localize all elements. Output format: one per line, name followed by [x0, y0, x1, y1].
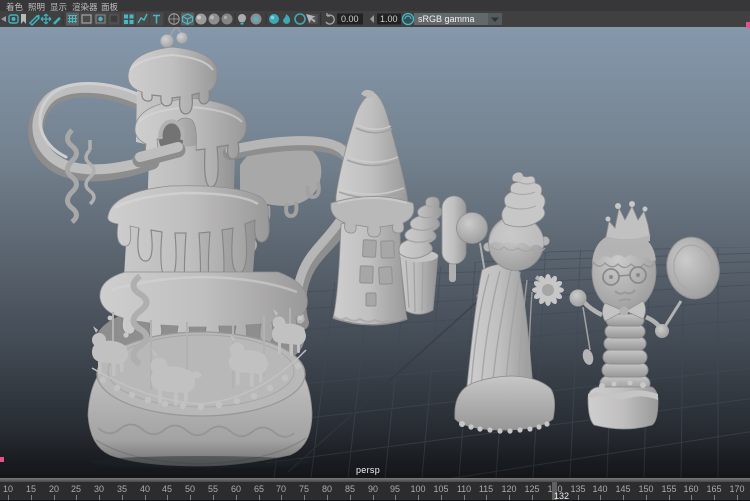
- svg-text:sRGB gamma: sRGB gamma: [418, 14, 475, 24]
- svg-text:0.00: 0.00: [341, 14, 359, 24]
- svg-text:1.00: 1.00: [380, 14, 398, 24]
